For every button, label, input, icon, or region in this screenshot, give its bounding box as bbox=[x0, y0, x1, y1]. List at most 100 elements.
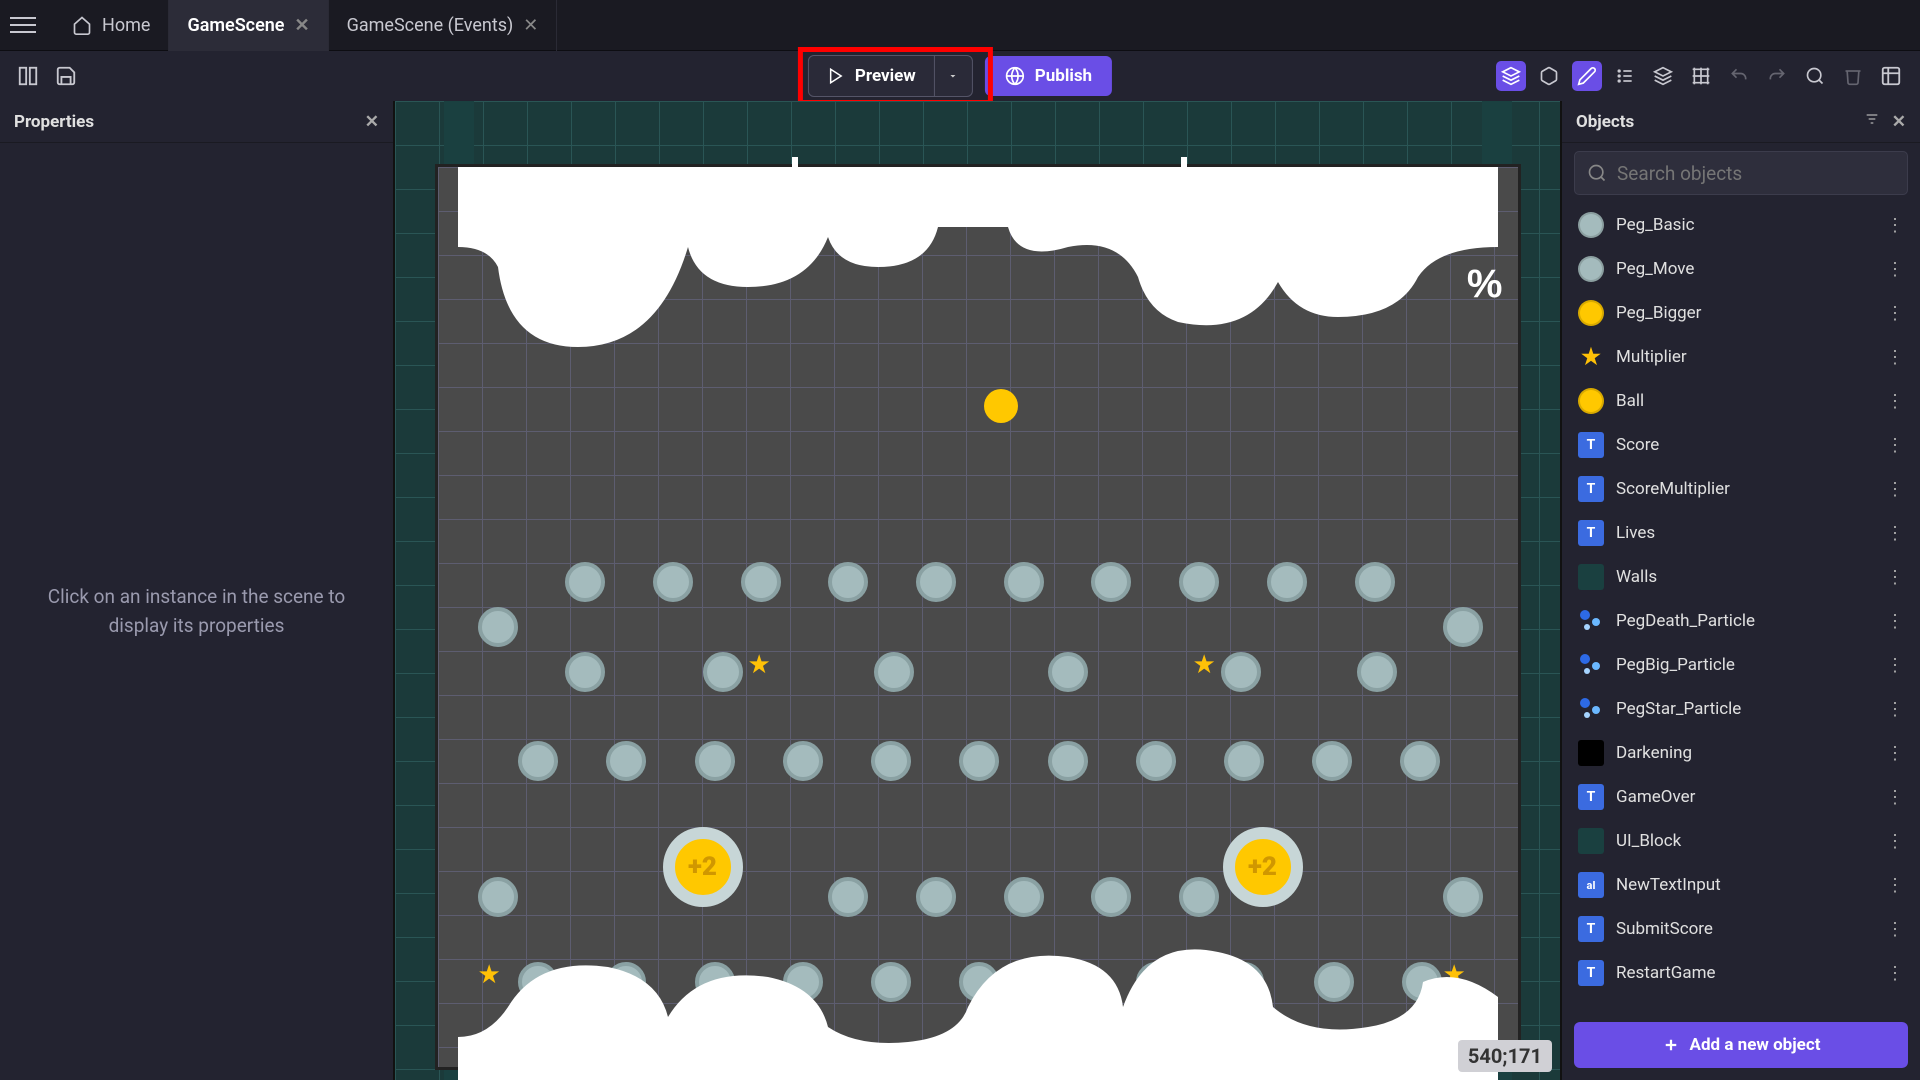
tool-cube-icon[interactable] bbox=[1534, 61, 1564, 91]
object-menu-button[interactable]: ⋮ bbox=[1886, 611, 1904, 632]
tool-grid-icon[interactable] bbox=[1686, 61, 1716, 91]
object-item-lives[interactable]: TLives⋮ bbox=[1568, 511, 1914, 555]
filter-icon[interactable] bbox=[1864, 111, 1880, 132]
tool-layers-icon[interactable] bbox=[1648, 61, 1678, 91]
search-objects[interactable] bbox=[1574, 151, 1908, 195]
peg-instance[interactable] bbox=[1004, 562, 1044, 602]
peg-instance[interactable] bbox=[1048, 741, 1088, 781]
tab-scene[interactable]: GameScene ✕ bbox=[169, 0, 328, 51]
menu-button[interactable] bbox=[10, 12, 36, 38]
object-item-restartgame[interactable]: TRestartGame⋮ bbox=[1568, 951, 1914, 995]
object-item-submitscore[interactable]: TSubmitScore⋮ bbox=[1568, 907, 1914, 951]
object-item-ball[interactable]: Ball⋮ bbox=[1568, 379, 1914, 423]
peg-instance[interactable] bbox=[565, 652, 605, 692]
peg-instance[interactable] bbox=[1221, 652, 1261, 692]
close-icon[interactable]: ✕ bbox=[365, 112, 379, 132]
object-menu-button[interactable]: ⋮ bbox=[1886, 303, 1904, 324]
object-item-score[interactable]: TScore⋮ bbox=[1568, 423, 1914, 467]
peg-instance[interactable] bbox=[695, 741, 735, 781]
object-menu-button[interactable]: ⋮ bbox=[1886, 699, 1904, 720]
object-item-gameover[interactable]: TGameOver⋮ bbox=[1568, 775, 1914, 819]
object-menu-button[interactable]: ⋮ bbox=[1886, 919, 1904, 940]
object-menu-button[interactable]: ⋮ bbox=[1886, 215, 1904, 236]
lives-text[interactable]: Lives: 0 bbox=[553, 207, 747, 267]
score-text[interactable]: Score: 0 bbox=[1212, 207, 1417, 267]
object-item-newtextinput[interactable]: aINewTextInput⋮ bbox=[1568, 863, 1914, 907]
object-menu-button[interactable]: ⋮ bbox=[1886, 787, 1904, 808]
clouds-top[interactable] bbox=[458, 167, 1498, 367]
redo-button[interactable] bbox=[1762, 61, 1792, 91]
peg-instance[interactable] bbox=[653, 562, 693, 602]
object-menu-button[interactable]: ⋮ bbox=[1886, 567, 1904, 588]
peg-instance[interactable] bbox=[1091, 562, 1131, 602]
peg-instance[interactable] bbox=[518, 741, 558, 781]
peg-instance[interactable] bbox=[1400, 741, 1440, 781]
object-menu-button[interactable]: ⋮ bbox=[1886, 523, 1904, 544]
object-menu-button[interactable]: ⋮ bbox=[1886, 479, 1904, 500]
publish-button[interactable]: Publish bbox=[985, 56, 1112, 96]
multiplier-star[interactable]: ★ bbox=[748, 650, 771, 680]
object-item-ui_block[interactable]: UI_Block⋮ bbox=[1568, 819, 1914, 863]
tool-edit-icon[interactable] bbox=[1572, 61, 1602, 91]
add-object-button[interactable]: Add a new object bbox=[1574, 1022, 1908, 1068]
peg-instance[interactable] bbox=[1179, 562, 1219, 602]
peg-instance[interactable] bbox=[871, 741, 911, 781]
tool-3d-icon[interactable] bbox=[1496, 61, 1526, 91]
object-item-scoremultiplier[interactable]: TScoreMultiplier⋮ bbox=[1568, 467, 1914, 511]
object-item-peg_bigger[interactable]: Peg_Bigger⋮ bbox=[1568, 291, 1914, 335]
peg-instance[interactable] bbox=[1312, 741, 1352, 781]
search-input[interactable] bbox=[1617, 162, 1895, 185]
peg-instance[interactable] bbox=[1357, 652, 1397, 692]
object-menu-button[interactable]: ⋮ bbox=[1886, 743, 1904, 764]
peg-bigger-instance[interactable]: +2 bbox=[1223, 827, 1303, 907]
peg-instance[interactable] bbox=[703, 652, 743, 692]
delete-button[interactable] bbox=[1838, 61, 1868, 91]
preview-button[interactable]: Preview bbox=[809, 56, 934, 96]
panel-toggle-button[interactable] bbox=[14, 62, 42, 90]
object-item-peg_move[interactable]: Peg_Move⋮ bbox=[1568, 247, 1914, 291]
multiplier-star[interactable]: ★ bbox=[1193, 650, 1216, 680]
object-menu-button[interactable]: ⋮ bbox=[1886, 347, 1904, 368]
ball-instance[interactable] bbox=[984, 389, 1018, 423]
preview-dropdown[interactable] bbox=[934, 56, 972, 96]
settings-button[interactable] bbox=[1876, 61, 1906, 91]
object-item-pegstar_particle[interactable]: PegStar_Particle⋮ bbox=[1568, 687, 1914, 731]
close-icon[interactable]: ✕ bbox=[295, 15, 310, 36]
peg-instance[interactable] bbox=[959, 741, 999, 781]
object-item-walls[interactable]: Walls⋮ bbox=[1568, 555, 1914, 599]
peg-instance[interactable] bbox=[1048, 652, 1088, 692]
tab-events[interactable]: GameScene (Events) ✕ bbox=[329, 0, 558, 51]
clouds-bottom[interactable] bbox=[458, 907, 1498, 1080]
close-icon[interactable]: ✕ bbox=[1892, 112, 1906, 132]
peg-instance[interactable] bbox=[1267, 562, 1307, 602]
save-button[interactable] bbox=[52, 62, 80, 90]
object-item-pegbig_particle[interactable]: PegBig_Particle⋮ bbox=[1568, 643, 1914, 687]
peg-instance[interactable] bbox=[606, 741, 646, 781]
peg-instance[interactable] bbox=[828, 562, 868, 602]
object-menu-button[interactable]: ⋮ bbox=[1886, 435, 1904, 456]
peg-instance[interactable] bbox=[1443, 607, 1483, 647]
peg-instance[interactable] bbox=[741, 562, 781, 602]
object-item-peg_basic[interactable]: Peg_Basic⋮ bbox=[1568, 203, 1914, 247]
object-menu-button[interactable]: ⋮ bbox=[1886, 875, 1904, 896]
object-item-pegdeath_particle[interactable]: PegDeath_Particle⋮ bbox=[1568, 599, 1914, 643]
undo-button[interactable] bbox=[1724, 61, 1754, 91]
object-item-darkening[interactable]: Darkening⋮ bbox=[1568, 731, 1914, 775]
object-item-multiplier[interactable]: ★Multiplier⋮ bbox=[1568, 335, 1914, 379]
zoom-button[interactable] bbox=[1800, 61, 1830, 91]
peg-instance[interactable] bbox=[565, 562, 605, 602]
peg-instance[interactable] bbox=[1355, 562, 1395, 602]
peg-instance[interactable] bbox=[478, 607, 518, 647]
object-menu-button[interactable]: ⋮ bbox=[1886, 831, 1904, 852]
peg-instance[interactable] bbox=[783, 741, 823, 781]
object-menu-button[interactable]: ⋮ bbox=[1886, 259, 1904, 280]
tab-home[interactable]: Home bbox=[54, 0, 169, 51]
peg-instance[interactable] bbox=[1224, 741, 1264, 781]
tool-list-icon[interactable] bbox=[1610, 61, 1640, 91]
object-menu-button[interactable]: ⋮ bbox=[1886, 963, 1904, 984]
peg-instance[interactable] bbox=[916, 562, 956, 602]
close-icon[interactable]: ✕ bbox=[523, 15, 538, 36]
peg-bigger-instance[interactable]: +2 bbox=[663, 827, 743, 907]
peg-instance[interactable] bbox=[874, 652, 914, 692]
scene-editor[interactable]: Lives: 0 Score: 0 % ★★★★ +2 +2 540;171 bbox=[395, 101, 1560, 1080]
